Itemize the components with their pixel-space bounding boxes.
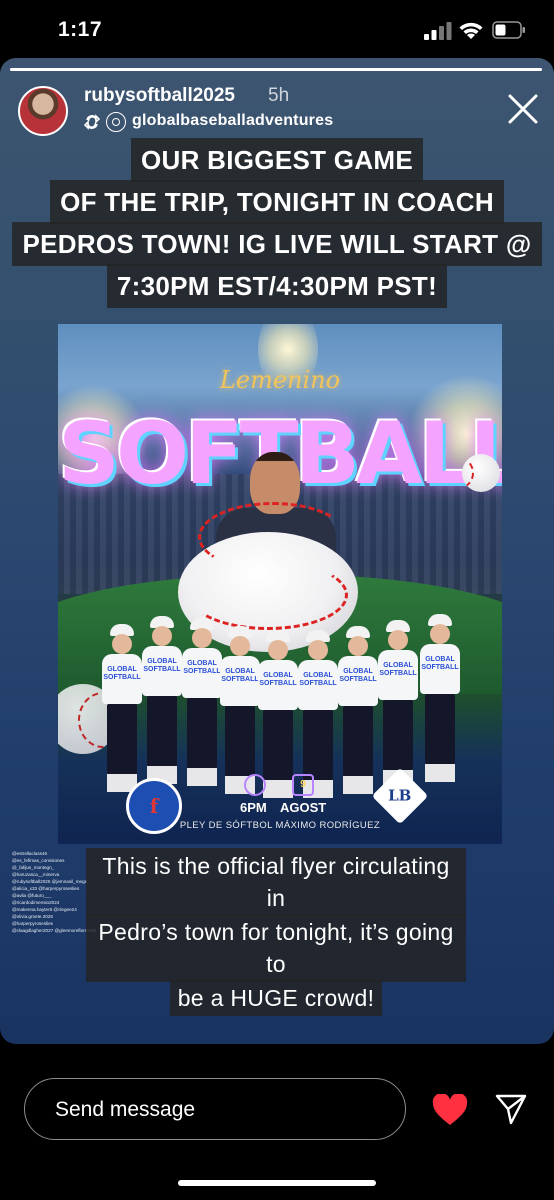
clock-icon [244,774,266,796]
caption-line: OF THE TRIP, TONIGHT IN COACH [50,180,504,224]
flyer-event-details: f 9 6PM AGOST LB PLEY DE SÓFTBOL MÁXIMO … [58,767,502,844]
battery-icon [492,21,525,39]
story-progress-bar [10,68,542,71]
story-progress-fill [10,68,542,71]
send-message-placeholder: Send message [55,1098,196,1121]
caption-line: 7:30PM EST/4:30PM PST! [106,264,448,308]
event-flyer-image: Lemenino SOFTBALL GLOBAL SOFTBALL GLOBAL… [58,324,502,844]
cellular-signal-icon [424,22,452,40]
send-icon[interactable] [494,1092,528,1126]
event-time: 6PM [240,800,267,815]
caption-line: PEDROS TOWN! IG LIVE WILL START @ [12,222,542,266]
close-icon[interactable] [506,92,540,126]
status-time: 1:17 [58,18,103,41]
calendar-icon: 9 [292,774,314,796]
source-account-icon [106,112,126,132]
lb-logo: LB [371,767,429,825]
event-venue: PLEY DE SÓFTBOL MÁXIMO RODRÍGUEZ [179,820,381,831]
caption-line: This is the official flyer circulating i… [86,848,466,916]
caption-line: Pedro’s town for tonight, it’s going to [86,914,466,982]
status-bar: 1:17 [0,0,554,58]
avatar[interactable] [18,86,68,136]
story-caption-top: OUR BIGGEST GAME OF THE TRIP, TONIGHT IN… [0,138,554,308]
story-card[interactable]: rubysoftball2025 5h globalbaseballadvent… [0,58,554,1044]
story-time-ago: 5h [268,85,290,106]
softball-graphic [462,454,500,492]
story-username[interactable]: rubysoftball2025 [84,85,235,107]
heart-icon[interactable] [432,1094,468,1126]
team-photo: GLOBAL SOFTBALL GLOBAL SOFTBALL GLOBAL S… [102,604,462,798]
send-message-input[interactable]: Send message [24,1078,406,1140]
repost-icon [84,114,100,130]
wifi-icon [459,22,483,39]
home-indicator[interactable] [178,1180,376,1186]
caption-line: be a HUGE crowd! [169,980,383,1016]
reposted-from-account[interactable]: globalbaseballadventures [132,112,333,130]
flyer-script-title: Lemenino [219,366,341,394]
caption-line: OUR BIGGEST GAME [130,138,424,182]
story-caption-bottom: This is the official flyer circulating i… [86,848,466,1016]
event-month: AGOST [280,800,327,815]
